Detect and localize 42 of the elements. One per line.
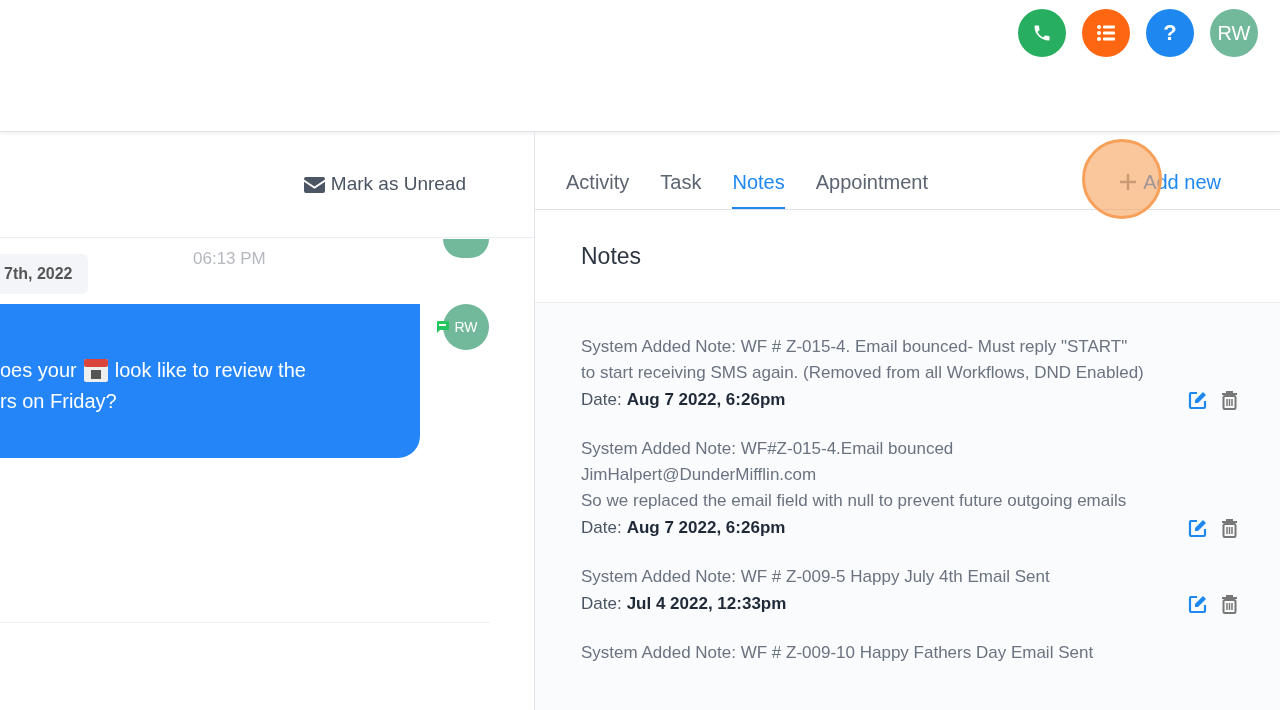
tab[interactable]: Activity	[566, 167, 630, 209]
edit-icon[interactable]	[1188, 390, 1207, 410]
list-button[interactable]	[1082, 9, 1130, 57]
help-icon: ?	[1163, 22, 1177, 44]
sender-avatar: RW	[443, 304, 489, 350]
envelope-icon	[303, 176, 325, 193]
phone-icon	[1032, 23, 1052, 43]
note-date: Jul 4 2022, 12:33pm	[626, 593, 787, 616]
message-text: oes your	[0, 357, 77, 383]
note-text: JimHalpert@DunderMifflin.com	[581, 464, 818, 486]
list-icon	[1096, 24, 1116, 42]
note-text: to start receiving SMS again. (Removed from all Workflows, DND Enabled)	[581, 362, 1145, 384]
note-text: System Added Note: WF # Z-009-5 Happy July 4th Email Sent	[581, 566, 1051, 588]
trash-icon[interactable]	[1221, 390, 1238, 410]
calendar-icon	[82, 356, 109, 383]
plus-icon	[1119, 173, 1138, 191]
note-text: So we replaced the email field with null to prevent future outgoing emails	[581, 490, 1128, 512]
help-button[interactable]: ?	[1146, 9, 1194, 57]
mark-unread-button[interactable]: Mark as Unread	[303, 170, 466, 199]
note-date: Aug 7 2022, 6:26pm	[626, 389, 786, 412]
note-date: Aug 7 2022, 6:26pm	[626, 517, 786, 540]
note-text: System Added Note: WF#Z-015-4.Email bounced	[581, 438, 955, 460]
date-chip: 7th, 2022	[0, 254, 88, 294]
note-text: System Added Note: WF # Z-009-10 Happy Fathers Day Email Sent	[581, 642, 1095, 664]
notes-title: Notes	[581, 241, 642, 271]
avatar-edge	[443, 239, 489, 258]
edit-icon[interactable]	[1188, 594, 1207, 614]
chat-icon	[436, 321, 449, 333]
date-label: Date:	[581, 389, 622, 412]
message-text: rs on Friday?	[0, 388, 117, 414]
note-text: System Added Note: WF # Z-015-4. Email bounced- Must reply "START"	[581, 336, 1129, 358]
date-label: Date:	[581, 593, 622, 616]
tab[interactable]: Appointment	[815, 167, 928, 209]
edit-icon[interactable]	[1188, 518, 1207, 538]
phone-button[interactable]	[1018, 9, 1066, 57]
trash-icon[interactable]	[1221, 594, 1238, 614]
trash-icon[interactable]	[1221, 518, 1238, 538]
tab[interactable]: Task	[660, 167, 702, 209]
date-label: Date:	[581, 517, 622, 540]
message-time: 06:13 PM	[193, 248, 266, 270]
tab[interactable]: Notes	[732, 167, 785, 209]
message-text: look like to review the	[114, 357, 306, 383]
